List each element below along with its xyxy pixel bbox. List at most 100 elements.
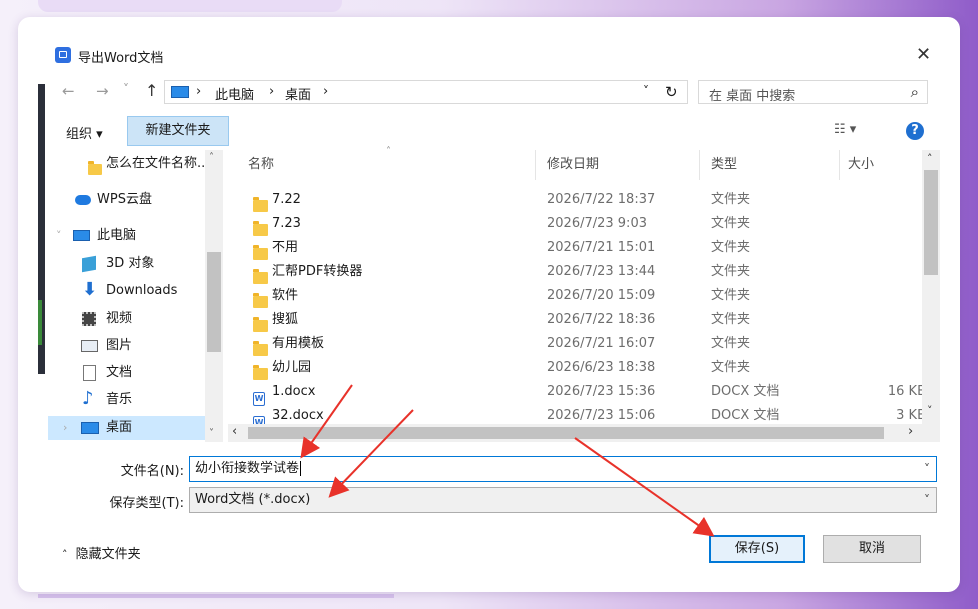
search-input[interactable]: 在 桌面 中搜索 ⌕ — [698, 80, 928, 104]
path-separator-icon: › — [323, 84, 329, 99]
file-name: 有用模板 — [272, 336, 325, 351]
column-divider[interactable] — [535, 150, 536, 180]
file-type: 文件夹 — [711, 336, 751, 351]
file-row[interactable]: 幼儿园 2026/6/23 18:38 文件夹 — [242, 356, 932, 380]
file-list-scrollbar-thumb[interactable] — [924, 170, 938, 275]
hide-folders-label: 隐藏文件夹 — [75, 547, 141, 562]
chevron-down-icon: ˅ — [56, 229, 62, 242]
picture-icon — [81, 340, 98, 352]
scroll-right-icon[interactable]: › — [908, 424, 913, 439]
hide-folders-toggle[interactable]: ˄ 隐藏文件夹 — [62, 543, 141, 562]
file-date: 2026/7/23 15:36 — [547, 384, 656, 399]
file-date: 2026/7/21 15:01 — [547, 240, 656, 255]
nav-item-desktop[interactable]: › 桌面 — [48, 416, 205, 440]
organize-menu-button[interactable]: 组织 ▾ — [66, 123, 103, 142]
path-separator-icon: › — [196, 84, 202, 99]
folder-icon — [88, 161, 102, 175]
column-divider[interactable] — [839, 150, 840, 180]
file-row[interactable]: 搜狐 2026/7/22 18:36 文件夹 — [242, 308, 932, 332]
file-row[interactable]: 7.22 2026/7/22 18:37 文件夹 — [242, 188, 932, 212]
nav-item-3d-objects[interactable]: 3D 对象 — [48, 252, 204, 276]
background-app-strip-accent — [38, 300, 42, 345]
sort-ascending-icon: ˄ — [386, 146, 391, 157]
search-placeholder: 在 桌面 中搜索 — [709, 89, 796, 104]
file-type: 文件夹 — [711, 264, 751, 279]
column-divider[interactable] — [699, 150, 700, 180]
close-icon[interactable]: ✕ — [916, 44, 931, 65]
cancel-button[interactable]: 取消 — [823, 535, 921, 563]
horizontal-scrollbar-thumb[interactable] — [248, 427, 884, 439]
file-row[interactable]: 汇帮PDF转换器 2026/7/23 13:44 文件夹 — [242, 260, 932, 284]
scroll-up-icon[interactable]: ˄ — [927, 152, 933, 165]
back-arrow-icon[interactable]: ← — [62, 82, 75, 100]
file-row[interactable]: 7.23 2026/7/23 9:03 文件夹 — [242, 212, 932, 236]
help-icon[interactable]: ? — [906, 122, 924, 140]
up-arrow-icon[interactable]: ↑ — [145, 81, 158, 100]
file-type: 文件夹 — [711, 312, 751, 327]
file-date: 2026/7/22 18:36 — [547, 312, 656, 327]
video-icon — [82, 312, 96, 326]
nav-item-music[interactable]: ♪ 音乐 — [48, 388, 204, 412]
recent-locations-icon[interactable]: ˅ — [123, 82, 129, 96]
nav-item-pictures[interactable]: 图片 — [48, 334, 204, 358]
file-row[interactable]: 软件 2026/7/20 15:09 文件夹 — [242, 284, 932, 308]
folder-icon — [253, 245, 268, 260]
breadcrumb-this-pc[interactable]: 此电脑 — [215, 84, 254, 103]
nav-item-videos[interactable]: 视频 — [48, 307, 204, 331]
scroll-down-icon[interactable]: ˅ — [209, 428, 214, 439]
new-folder-button[interactable]: 新建文件夹 — [127, 116, 229, 146]
folder-icon — [253, 365, 268, 380]
file-list: 名称 ˄ 修改日期 类型 大小 7.22 2026/7/22 18:37 文件夹 7.… — [232, 146, 926, 430]
folder-icon — [253, 197, 268, 212]
nav-item-wps-cloud[interactable]: WPS云盘 — [48, 188, 204, 212]
file-date: 2026/7/20 15:09 — [547, 288, 656, 303]
file-row[interactable]: 有用模板 2026/7/21 16:07 文件夹 — [242, 332, 932, 356]
nav-item-label: 3D 对象 — [106, 256, 155, 271]
filetype-select[interactable]: Word文档 (*.docx) ˅ — [189, 487, 937, 513]
column-header-date[interactable]: 修改日期 — [547, 150, 599, 180]
forward-arrow-icon[interactable]: → — [96, 82, 109, 100]
nav-item-label: 怎么在文件名称... — [106, 156, 210, 171]
scroll-down-icon[interactable]: ˅ — [927, 404, 933, 417]
dialog-title: 导出Word文档 — [78, 51, 164, 66]
column-header-type[interactable]: 类型 — [711, 150, 737, 180]
file-name: 不用 — [272, 240, 299, 255]
background-top-bar — [38, 0, 342, 12]
file-row[interactable]: W 1.docx 2026/7/23 15:36 DOCX 文档 16 KB — [242, 380, 932, 406]
nav-item-label: 桌面 — [106, 420, 133, 435]
file-type: 文件夹 — [711, 192, 751, 207]
nav-item-label: WPS云盘 — [97, 192, 152, 207]
nav-item-label: 视频 — [106, 311, 133, 326]
refresh-icon[interactable]: ↻ — [665, 83, 678, 101]
column-header-size[interactable]: 大小 — [848, 150, 874, 180]
nav-item-documents[interactable]: 文档 — [48, 361, 204, 385]
download-arrow-icon: ⬇ — [82, 279, 98, 300]
filetype-value: Word文档 (*.docx) — [195, 492, 311, 507]
scroll-left-icon[interactable]: ‹ — [232, 424, 237, 439]
nav-item-label: 图片 — [106, 338, 133, 353]
nav-item-folder[interactable]: 怎么在文件名称... — [48, 152, 209, 176]
nav-scrollbar-thumb[interactable] — [207, 252, 221, 352]
breadcrumb-desktop[interactable]: 桌面 — [285, 84, 311, 103]
chevron-right-icon: › — [63, 421, 68, 434]
filename-input[interactable]: 幼小衔接数学试卷 ˅ — [189, 456, 937, 482]
column-header-name[interactable]: 名称 — [248, 150, 274, 180]
app-icon — [55, 47, 71, 63]
address-bar[interactable]: › 此电脑 › 桌面 › ˅ ↻ — [164, 80, 688, 104]
chevron-up-icon: ˄ — [62, 548, 68, 561]
view-options-icon[interactable]: ☷ ▾ — [834, 122, 856, 137]
file-row[interactable]: 不用 2026/7/21 15:01 文件夹 — [242, 236, 932, 260]
nav-item-downloads[interactable]: ⬇ Downloads — [48, 279, 204, 303]
file-name: 软件 — [272, 288, 299, 303]
file-name: 7.22 — [272, 192, 301, 207]
nav-item-label: 音乐 — [106, 392, 133, 407]
filetype-label: 保存类型(T): — [109, 496, 184, 511]
cube-icon — [82, 255, 96, 273]
cloud-icon — [75, 195, 91, 205]
folder-icon — [253, 269, 268, 284]
nav-item-this-pc[interactable]: ˅ 此电脑 — [48, 224, 204, 248]
address-dropdown-icon[interactable]: ˅ — [643, 84, 649, 98]
chevron-down-icon[interactable]: ˅ — [924, 457, 930, 481]
scroll-up-icon[interactable]: ˄ — [209, 152, 214, 163]
save-button[interactable]: 保存(S) — [709, 535, 805, 563]
